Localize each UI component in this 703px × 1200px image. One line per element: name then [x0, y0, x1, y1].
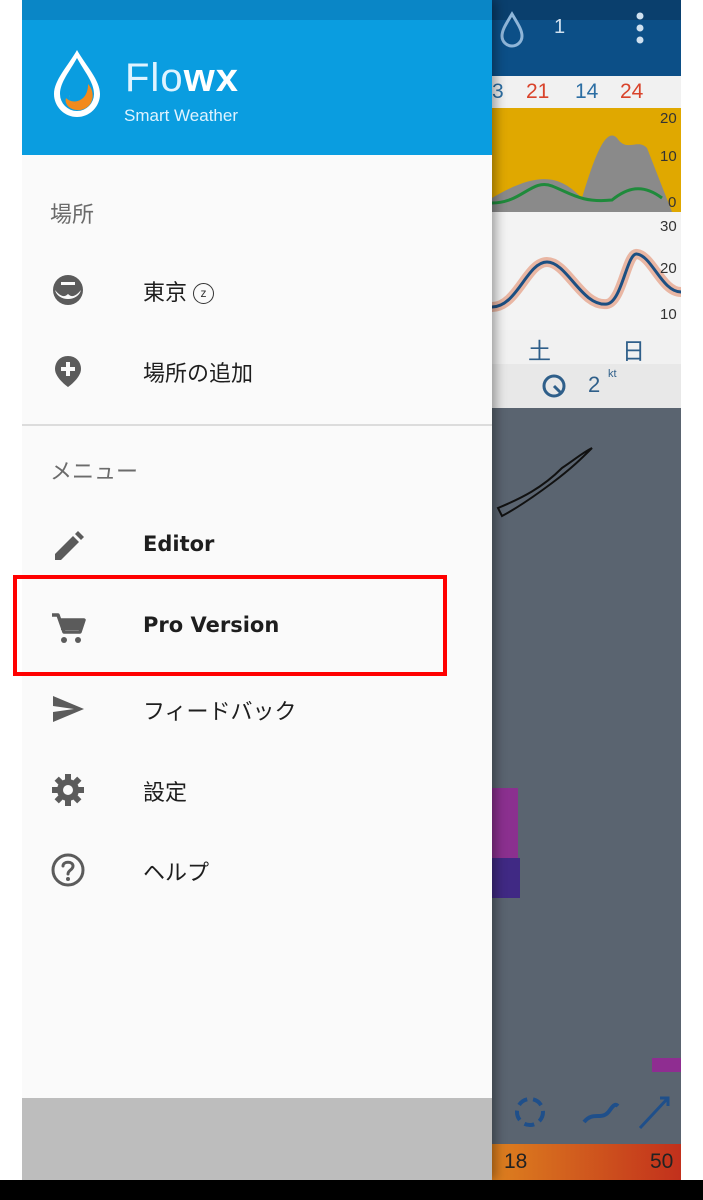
overflow-menu-icon[interactable]: [630, 10, 650, 46]
day-counter[interactable]: 1: [554, 16, 565, 39]
app-name: Flowx: [125, 56, 239, 100]
add-location-icon: [55, 356, 81, 387]
drawer-status-bar: [22, 0, 492, 20]
system-nav-bar: [0, 1180, 703, 1200]
scale-label: 18: [504, 1150, 528, 1173]
rain-drop-icon[interactable]: [492, 8, 532, 48]
section-divider: [22, 424, 492, 426]
scale-label: 50: [650, 1150, 674, 1173]
hour-label: 14: [575, 80, 599, 103]
menu-item-editor[interactable]: Editor: [22, 515, 492, 579]
locations-section-title: 場所: [50, 202, 95, 227]
menu-item-label: 設定: [143, 780, 188, 805]
hour-label: 3: [492, 80, 504, 103]
hour-label: 21: [526, 80, 550, 103]
refresh-cycle-icon[interactable]: [510, 1092, 550, 1132]
wind-direction-icon: [542, 374, 566, 398]
menu-item-feedback[interactable]: フィードバック: [22, 677, 492, 741]
day-label: 土: [528, 338, 551, 364]
hour-label: 24: [620, 80, 644, 103]
menu-item-label: Editor: [143, 532, 215, 556]
drawer-header: Flowx Smart Weather: [22, 0, 492, 155]
day-label: 日: [622, 338, 645, 364]
menu-item-settings[interactable]: 設定: [22, 758, 492, 822]
axis-tick: 10: [660, 306, 677, 323]
zone-badge: z: [193, 283, 215, 304]
menu-item-label: フィードバック: [143, 699, 297, 724]
highlight-box: [13, 575, 447, 676]
flowx-logo-icon: [54, 50, 100, 117]
axis-tick: 0: [668, 194, 677, 211]
wave-icon[interactable]: [580, 1092, 620, 1132]
axis-tick: 30: [660, 218, 677, 235]
noaa-globe-icon: [53, 275, 83, 305]
gear-icon: [52, 774, 84, 806]
menu-item-help[interactable]: ヘルプ: [22, 838, 492, 902]
location-label: 東京 z: [143, 275, 215, 307]
wind-unit: kt: [608, 368, 617, 380]
axis-tick: 10: [660, 148, 677, 165]
axis-tick: 20: [660, 260, 677, 277]
add-location-label: 場所の追加: [143, 361, 254, 386]
add-location-item[interactable]: 場所の追加: [22, 339, 492, 403]
menu-item-label: ヘルプ: [143, 860, 210, 885]
menu-section-title: メニュー: [50, 459, 139, 484]
axis-tick: 20: [660, 110, 677, 127]
pencil-icon: [55, 531, 84, 560]
wind-arrow-icon[interactable]: [634, 1092, 674, 1132]
send-icon: [53, 696, 84, 722]
help-circle-icon: [51, 853, 85, 887]
drawer-footer: [22, 1098, 492, 1180]
app-tagline: Smart Weather: [124, 106, 239, 125]
location-item-tokyo[interactable]: 東京 z: [22, 258, 492, 322]
wind-speed: 2: [588, 372, 601, 397]
